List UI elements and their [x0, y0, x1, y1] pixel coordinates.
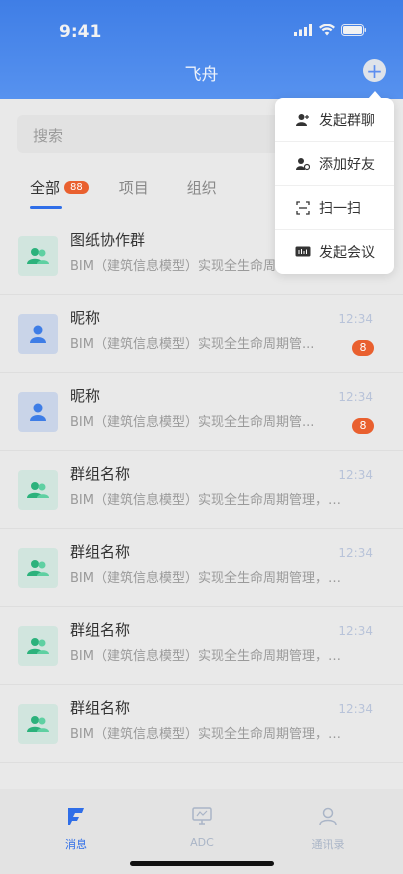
menu-item-meeting[interactable]: 发起会议 [275, 230, 394, 274]
conversation-time: 12:34 [338, 390, 373, 404]
person-avatar-icon [18, 314, 58, 354]
person-avatar-icon [18, 392, 58, 432]
tabbar-label-messages: 消息 [65, 838, 87, 851]
tab-projects[interactable]: 项目 [119, 177, 149, 198]
conversation-title: 群组名称 [70, 621, 131, 639]
home-indicator [130, 861, 274, 866]
tabbar-label-contacts: 通讯录 [311, 838, 345, 851]
plus-icon: + [366, 58, 383, 83]
conversation-title: 图纸协作群 [70, 231, 146, 249]
group-avatar-icon [18, 704, 58, 744]
add-friend-icon [295, 156, 311, 172]
wifi-icon [319, 24, 335, 36]
menu-item-label: 发起会议 [319, 245, 375, 261]
tabbar-item-adc[interactable]: ADC [162, 805, 242, 849]
add-popup-menu: 发起群聊添加好友扫一扫发起会议 [275, 91, 394, 274]
menu-item-add-friend[interactable]: 添加好友 [275, 142, 394, 186]
tab-all[interactable]: 全部 88 [30, 177, 89, 209]
conversation-row[interactable]: 群组名称 BIM（建筑信息模型）实现全生命周期管理，参... 12:34 [0, 685, 403, 763]
menu-item-label: 发起群聊 [319, 112, 375, 129]
conversation-title: 群组名称 [70, 465, 131, 483]
unread-badge: 8 [352, 418, 374, 434]
unread-badge: 8 [352, 340, 374, 356]
group-avatar-icon [18, 548, 58, 588]
conversation-time: 12:34 [338, 546, 373, 560]
add-menu-button[interactable]: + [363, 59, 386, 82]
app-header: 9:41 飞舟 + [0, 0, 403, 99]
tabbar-label-adc: ADC [190, 836, 214, 849]
meeting-icon [295, 244, 311, 260]
conversation-title: 昵称 [70, 309, 101, 327]
tabbar-item-contacts[interactable]: 通讯录 [288, 805, 368, 852]
status-time: 9:41 [59, 22, 102, 42]
conversation-preview: BIM（建筑信息模型）实现全生命周期管... [70, 337, 315, 352]
bottom-tab-bar: 消息 ADC 通讯录 [0, 789, 403, 874]
conversation-list: 图纸协作群BIM（建筑信息模型）实现全生命周期管理，参与方协同昵称BIM（建筑信… [0, 217, 403, 763]
group-avatar-icon [18, 470, 58, 510]
group-avatar-icon [18, 626, 58, 666]
user-plus-icon [295, 112, 311, 128]
tab-all-label: 全部 [30, 179, 61, 197]
conversation-time: 12:34 [338, 624, 373, 638]
conversation-title: 群组名称 [70, 699, 131, 717]
conversation-row[interactable]: 群组名称 BIM（建筑信息模型）实现全生命周期管理，参... 12:34 [0, 529, 403, 607]
group-avatar-icon [18, 236, 58, 276]
menu-item-label: 扫一扫 [319, 200, 361, 217]
conversation-preview: BIM（建筑信息模型）实现全生命周期管理，参... [70, 571, 343, 586]
conversation-preview: BIM（建筑信息模型）实现全生命周期管理，参... [70, 727, 343, 742]
battery-icon [341, 24, 366, 36]
tab-all-badge: 88 [64, 181, 89, 194]
conversation-preview: BIM（建筑信息模型）实现全生命周期管理，参... [70, 649, 343, 664]
filter-tabs: 全部 88 项目 组织 [30, 177, 255, 209]
menu-item-label: 添加好友 [319, 156, 375, 173]
tabbar-item-messages[interactable]: 消息 [36, 805, 116, 852]
page-title: 飞舟 [184, 65, 219, 85]
tab-organizations[interactable]: 组织 [187, 177, 217, 198]
conversation-row[interactable]: 昵称 BIM（建筑信息模型）实现全生命周期管... 12:34 8 [0, 295, 403, 373]
conversation-preview: BIM（建筑信息模型）实现全生命周期管... [70, 415, 315, 430]
conversation-preview: BIM（建筑信息模型）实现全生命周期管理，参... [70, 493, 343, 508]
message-icon [68, 808, 84, 825]
conversation-time: 12:34 [338, 312, 373, 326]
conversation-row[interactable]: 群组名称 BIM（建筑信息模型）实现全生命周期管理，参... 12:34 [0, 607, 403, 685]
menu-item-user-plus[interactable]: 发起群聊 [275, 98, 394, 142]
conversation-row[interactable]: 昵称 BIM（建筑信息模型）实现全生命周期管... 12:34 8 [0, 373, 403, 451]
conversation-time: 12:34 [338, 702, 373, 716]
conversation-time: 12:34 [338, 468, 373, 482]
search-input[interactable]: 搜索 [17, 115, 285, 153]
menu-item-scan[interactable]: 扫一扫 [275, 186, 394, 230]
contacts-icon [319, 807, 337, 826]
monitor-icon [192, 807, 212, 825]
conversation-title: 群组名称 [70, 543, 131, 561]
scan-icon [295, 200, 311, 216]
conversation-row[interactable]: 群组名称 BIM（建筑信息模型）实现全生命周期管理，参... 12:34 [0, 451, 403, 529]
conversation-title: 昵称 [70, 387, 101, 405]
cellular-signal-icon [294, 24, 312, 36]
status-icons [294, 24, 367, 36]
